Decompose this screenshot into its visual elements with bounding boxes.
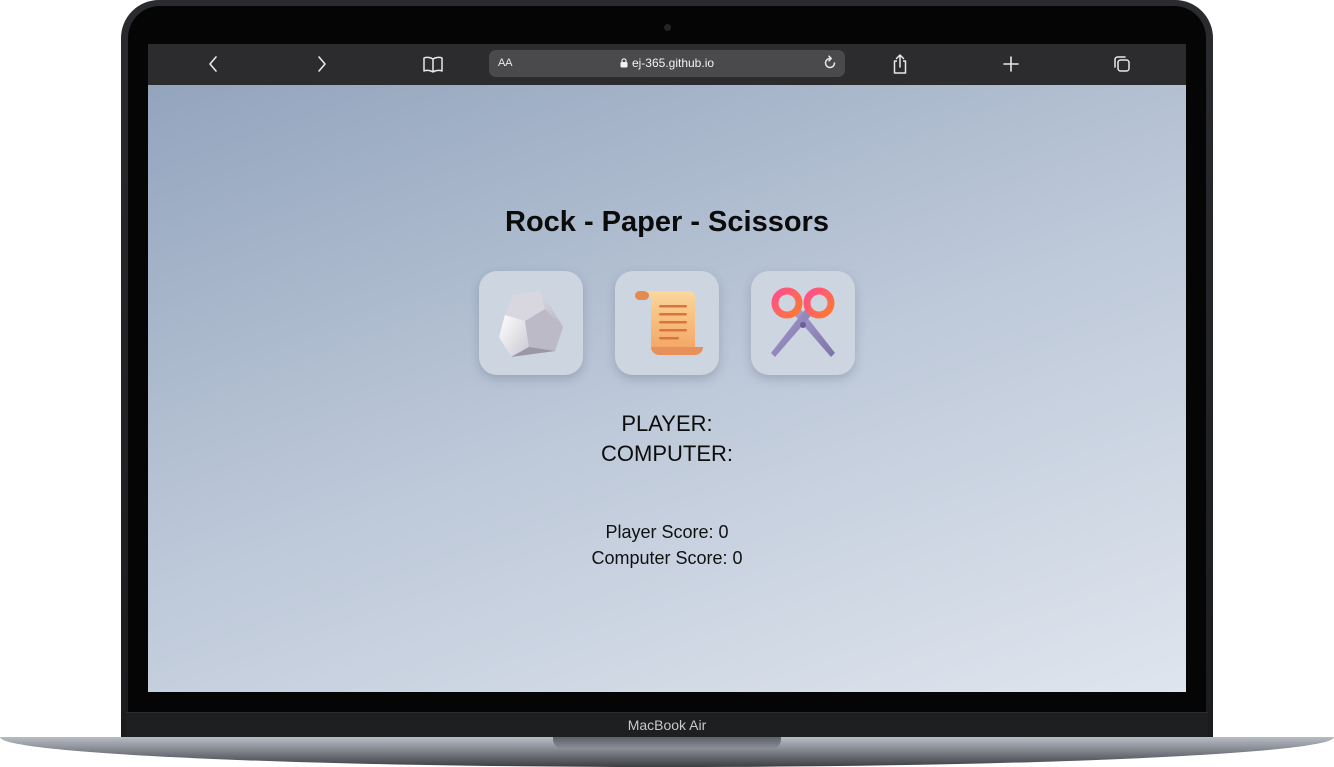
address-bar[interactable]: AA ej-365.github.io <box>489 50 845 77</box>
game-page: Rock - Paper - Scissors PLAYER: COMPUTER… <box>148 85 1186 692</box>
laptop-mockup: AA ej-365.github.io Rock - Paper - Sciss… <box>0 0 1334 767</box>
computer-score: Computer Score: 0 <box>591 548 743 568</box>
url-text: ej-365.github.io <box>631 56 715 70</box>
scissors-button[interactable] <box>751 271 855 375</box>
forward-icon[interactable] <box>309 52 335 76</box>
hinge-notch <box>553 737 781 749</box>
model-label: MacBook Air <box>627 717 707 733</box>
back-icon[interactable] <box>200 52 226 76</box>
player-choice-label: PLAYER: <box>621 411 713 436</box>
reload-icon[interactable] <box>821 54 839 72</box>
page-title: Rock - Paper - Scissors <box>505 206 829 238</box>
computer-choice-label: COMPUTER: <box>601 441 733 466</box>
paper-scroll-icon <box>635 291 703 355</box>
new-tab-icon[interactable] <box>998 52 1024 76</box>
rock-button[interactable] <box>479 271 583 375</box>
rock-icon <box>499 291 563 357</box>
tabs-icon[interactable] <box>1109 52 1135 76</box>
share-icon[interactable] <box>887 52 913 76</box>
scissors-icon <box>771 287 835 357</box>
lock-icon <box>620 58 628 68</box>
player-score: Player Score: 0 <box>605 522 729 542</box>
bookmarks-icon[interactable] <box>420 52 446 76</box>
screen: AA ej-365.github.io Rock - Paper - Sciss… <box>148 44 1186 692</box>
camera-icon <box>664 24 671 31</box>
browser-toolbar: AA ej-365.github.io <box>148 44 1186 85</box>
paper-button[interactable] <box>615 271 719 375</box>
